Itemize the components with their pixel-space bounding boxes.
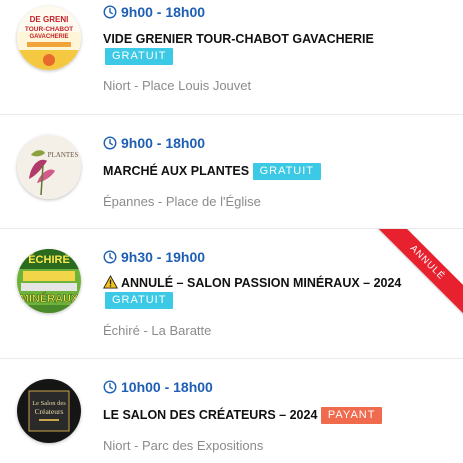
time-text: 9h00 - 18h00 (121, 135, 206, 151)
thumb-text: Créateurs (35, 407, 64, 416)
event-title-text[interactable]: VIDE GRENIER TOUR-CHABOT GAVACHERIE (103, 32, 374, 46)
thumb-text: ÉCHIRÉ (28, 253, 70, 266)
price-badge: GRATUIT (252, 163, 322, 180)
thumb-text: Le Salon des (32, 400, 66, 407)
clock-icon (103, 136, 117, 150)
event-title[interactable]: MARCHÉ AUX PLANTES GRATUIT (103, 163, 451, 180)
event-title-text[interactable]: ANNULÉ – SALON PASSION MINÉRAUX – 2024 (121, 276, 401, 290)
event-title[interactable]: LE SALON DES CRÉATEURS – 2024 PAYANT (103, 407, 451, 424)
event-list: DE GRENI TOUR-CHABOT GAVACHERIE 9h00 - 1… (0, 0, 463, 463)
clock-icon (103, 380, 117, 394)
event-location: Échiré - La Baratte (103, 323, 212, 338)
thumb-text: GAVACHERIE (29, 34, 68, 40)
clock-icon (103, 5, 117, 19)
event-time: 9h30 - 19h00 (103, 249, 205, 265)
price-badge: GRATUIT (105, 292, 174, 309)
time-text: 9h30 - 19h00 (121, 249, 206, 265)
event-thumbnail[interactable]: Le Salon des Créateurs (17, 379, 81, 443)
time-text: 10h00 - 18h00 (121, 379, 213, 395)
event-title-text[interactable]: MARCHÉ AUX PLANTES (103, 164, 249, 178)
event-title-text[interactable]: LE SALON DES CRÉATEURS – 2024 (103, 408, 317, 422)
thumb-text: DE GRENI (30, 15, 69, 24)
event-location: Niort - Place Louis Jouvet (103, 78, 252, 93)
event-title[interactable]: VIDE GRENIER TOUR-CHABOT GAVACHERIE (103, 31, 451, 48)
event-title[interactable]: ANNULÉ – SALON PASSION MINÉRAUX – 2024 (103, 275, 451, 292)
event-location: Niort - Parc des Expositions (103, 438, 264, 453)
event-thumbnail[interactable]: ÉCHIRÉ MINÉRAUX (17, 249, 81, 313)
event-thumbnail[interactable]: PLANTES (17, 135, 81, 199)
clock-icon (103, 250, 117, 264)
event-time: 9h00 - 18h00 (103, 135, 205, 151)
thumb-text: PLANTES (48, 151, 79, 159)
badge-line: GRATUIT (105, 291, 174, 309)
event-time: 10h00 - 18h00 (103, 379, 213, 395)
event-time: 9h00 - 18h00 (103, 4, 205, 20)
price-badge: GRATUIT (105, 48, 174, 65)
thumb-text: MINÉRAUX (20, 292, 79, 305)
event-card[interactable]: ÉCHIRÉ MINÉRAUX 9h30 - 19h00 ANNULÉ – SA… (0, 229, 463, 359)
warning-icon (103, 275, 118, 289)
event-thumbnail[interactable]: DE GRENI TOUR-CHABOT GAVACHERIE (17, 6, 81, 70)
event-card[interactable]: PLANTES 9h00 - 18h00 MARCHÉ AUX PLANTES … (0, 115, 463, 229)
badge-line: GRATUIT (105, 47, 174, 65)
price-badge: PAYANT (320, 407, 383, 424)
event-card[interactable]: Le Salon des Créateurs 10h00 - 18h00 LE … (0, 359, 463, 463)
event-location: Épannes - Place de l'Église (103, 194, 261, 209)
event-card[interactable]: DE GRENI TOUR-CHABOT GAVACHERIE 9h00 - 1… (0, 0, 463, 115)
thumb-text: TOUR-CHABOT (25, 26, 73, 33)
time-text: 9h00 - 18h00 (121, 4, 206, 20)
